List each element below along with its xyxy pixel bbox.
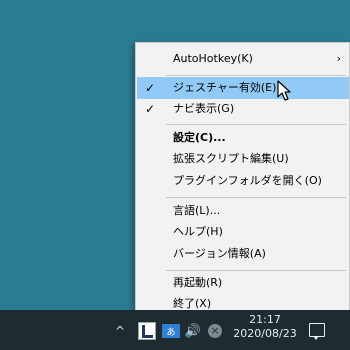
menu-item-label: 設定(C)... — [173, 131, 226, 144]
menu-item-label: ジェスチャー有効(E) — [173, 81, 277, 94]
menu-item-label: 拡張スクリプト編集(U) — [173, 152, 289, 165]
menu-separator — [166, 75, 346, 76]
app-logo-icon — [142, 325, 153, 338]
mouse-pointer-icon — [277, 80, 291, 101]
taskbar-clock[interactable]: 21:17 2020/08/23 — [225, 312, 305, 342]
close-circle-icon[interactable]: × — [208, 324, 222, 338]
menu-item-label: AutoHotkey(K) — [173, 52, 253, 65]
menu-item-gesture-enabled[interactable]: ✓ ジェスチャー有効(E) — [137, 77, 349, 99]
clock-date: 2020/08/23 — [233, 327, 297, 340]
menu-item-autohotkey[interactable]: AutoHotkey(K) › — [137, 48, 349, 70]
menu-item-label: プラグインフォルダを開く(O) — [173, 174, 322, 187]
volume-icon[interactable]: 🔊 — [185, 322, 201, 340]
menu-item-label: 再起動(R) — [173, 276, 223, 289]
menu-item-label: ナビ表示(G) — [173, 102, 235, 115]
clock-time: 21:17 — [249, 313, 281, 326]
menu-item-language[interactable]: 言語(L)... — [137, 200, 349, 222]
submenu-arrow-icon: › — [336, 52, 341, 65]
menu-item-version-info[interactable]: バージョン情報(A) — [137, 243, 349, 265]
ime-icon[interactable]: あ — [162, 324, 180, 338]
menu-item-label: ヘルプ(H) — [173, 225, 223, 238]
menu-item-restart[interactable]: 再起動(R) — [137, 272, 349, 294]
menu-item-label: 言語(L)... — [173, 204, 221, 217]
menu-separator — [166, 124, 346, 125]
menu-separator — [166, 197, 346, 198]
menu-item-edit-extension-script[interactable]: 拡張スクリプト編集(U) — [137, 148, 349, 170]
tray-context-menu: AutoHotkey(K) › ✓ ジェスチャー有効(E) ✓ ナビ表示(G) … — [135, 42, 350, 316]
show-hidden-icons-chevron-icon[interactable]: ^ — [113, 322, 127, 340]
menu-item-open-plugin-folder[interactable]: プラグインフォルダを開く(O) — [137, 170, 349, 192]
menu-item-help[interactable]: ヘルプ(H) — [137, 221, 349, 243]
notification-center-icon[interactable] — [309, 323, 325, 340]
menu-item-settings[interactable]: 設定(C)... — [137, 127, 349, 149]
check-icon: ✓ — [145, 81, 156, 95]
check-icon: ✓ — [145, 102, 156, 116]
menu-item-label: バージョン情報(A) — [173, 247, 266, 260]
app-tray-icon[interactable] — [138, 322, 156, 340]
menu-separator — [166, 270, 346, 271]
menu-item-navi-display[interactable]: ✓ ナビ表示(G) — [137, 98, 349, 120]
